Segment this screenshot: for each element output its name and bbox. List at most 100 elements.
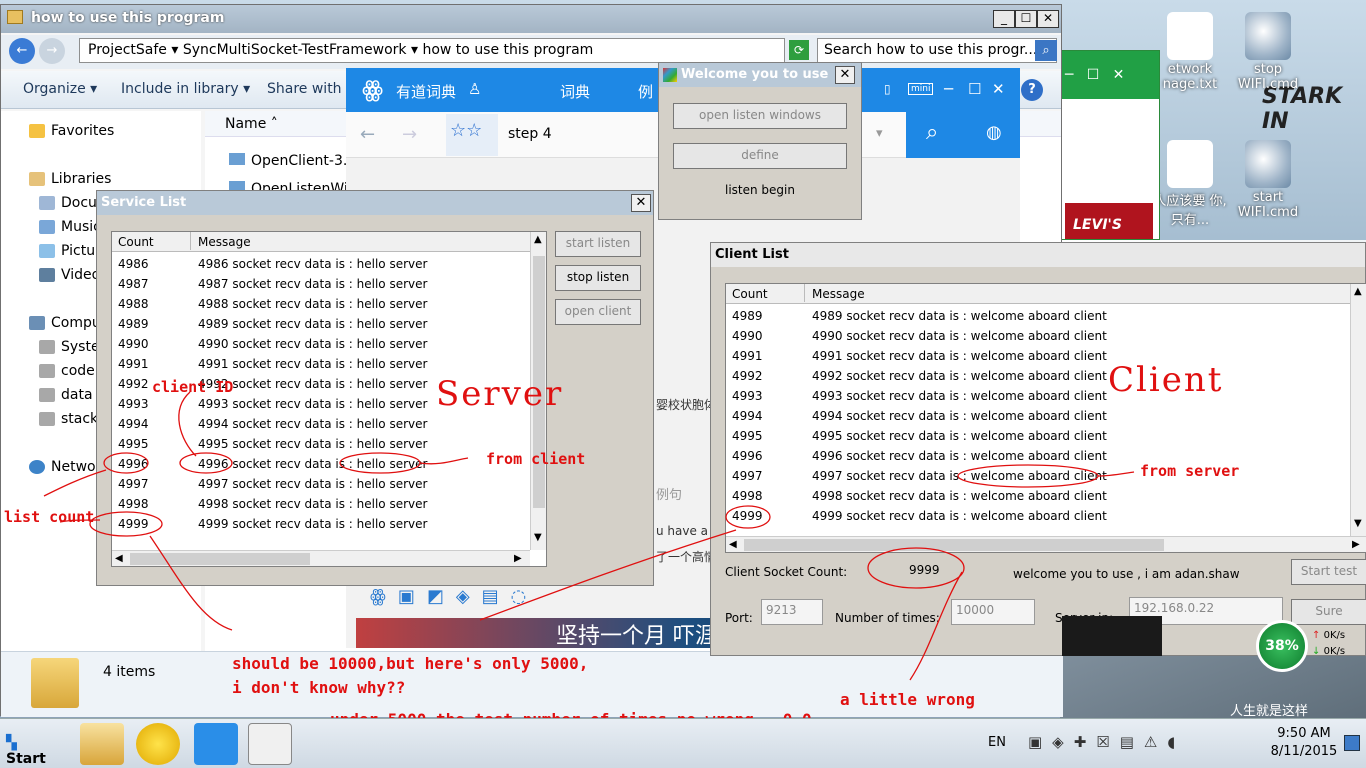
client-vscrollbar[interactable]: ▲ ▼ [1350,284,1366,536]
name-column[interactable]: Name ˄ [225,116,278,132]
define-button[interactable]: define [673,143,847,169]
phone-icon[interactable]: ▯ [884,82,891,96]
stop-listen-button[interactable]: stop listen [555,265,641,291]
nav-pictures[interactable]: Pictur [39,243,101,259]
nav-stack[interactable]: stack [39,411,98,427]
table-row[interactable]: 4991 4991 socket recv data is : welcome a… [726,346,1350,366]
table-row[interactable]: 4999 4999 socket recv data is : welcome a… [726,506,1350,526]
open-client-button[interactable]: open client [555,299,641,325]
file-item[interactable]: OpenClient-3.jp [229,153,360,169]
yd-search-icon[interactable]: ⌕ [926,120,938,145]
close-button[interactable]: ✕ [1037,10,1059,28]
nav-system[interactable]: Syste [39,339,100,355]
taskbar-youdao-icon[interactable] [194,723,238,765]
taskbar-explorer-icon[interactable] [80,723,124,765]
nav-code[interactable]: code [39,363,95,379]
times-input[interactable]: 10000 [951,599,1035,625]
taskbar-music-icon[interactable] [136,723,180,765]
table-row[interactable]: 4987 4987 socket recv data is : hello ser… [112,274,530,294]
forward-icon[interactable]: → [39,38,65,64]
desktop-icon-stop-wifi[interactable]: stop WIFI.cmd [1228,12,1308,92]
desktop-icon-start-wifi[interactable]: start WIFI.cmd [1228,140,1308,220]
breadcrumb-1[interactable]: SyncMultiSocket-TestFramework [183,42,407,58]
start-listen-button[interactable]: start listen [555,231,641,257]
open-listen-windows-button[interactable]: open listen windows [673,103,847,129]
refresh-icon[interactable]: ⟳ [789,40,809,60]
message-column[interactable]: Message [198,235,251,249]
yd-back-icon[interactable]: ← [360,124,375,145]
tab-dictionary[interactable]: 词典 [560,81,590,102]
organize-menu[interactable]: Organize ▾ [23,81,97,97]
breadcrumb-0[interactable]: ProjectSafe [88,42,167,58]
start-test-button[interactable]: Start test [1291,559,1366,585]
table-row[interactable]: 4998 4998 socket recv data is : welcome a… [726,486,1350,506]
search-icon[interactable]: ⌕ [1035,40,1057,61]
favorites-star-icon[interactable]: ☆☆ [446,114,498,156]
yd-tool-icons[interactable]: ꙮ▣◩◈▤◌ [370,586,610,616]
table-row[interactable]: 4986 4986 socket recv data is : hello ser… [112,254,530,274]
include-in-library-menu[interactable]: Include in library ▾ [121,81,250,97]
client-hscrollbar[interactable]: ◀ ▶ [726,536,1366,552]
share-with-menu[interactable]: Share with [267,81,342,97]
table-row[interactable]: 4990 4990 socket recv data is : hello ser… [112,334,530,354]
query-dropdown-icon[interactable]: ▾ [876,126,883,141]
table-row[interactable]: 4996 4996 socket recv data is : welcome a… [726,446,1350,466]
table-row[interactable]: 4995 4995 socket recv data is : welcome a… [726,426,1350,446]
service-hscrollbar[interactable]: ◀ ▶ [112,550,530,566]
table-row[interactable]: 4998 4998 socket recv data is : hello ser… [112,494,530,514]
globe-icon[interactable]: ◍ [986,122,1002,143]
tab-example[interactable]: 例 [638,81,653,102]
message-column[interactable]: Message [812,287,865,301]
table-row[interactable]: 4989 4989 socket recv data is : welcome a… [726,306,1350,326]
yd-minimize-button[interactable]: ─ [944,80,953,98]
minimize-button[interactable]: _ [993,10,1015,28]
user-icon[interactable]: ♙ [468,80,481,98]
table-row[interactable]: 4994 4994 socket recv data is : hello ser… [112,414,530,434]
table-row[interactable]: 4988 4988 socket recv data is : hello ser… [112,294,530,314]
language-indicator[interactable]: EN [988,735,1006,750]
count-column[interactable]: Count [118,235,154,249]
yd-close-button[interactable]: ✕ [992,80,1005,98]
desktop-icon-note[interactable]: 人应该要 你,只有... [1150,140,1230,228]
tray-icons[interactable]: ▣◈✚☒▤⚠◖ [1028,733,1248,755]
count-column[interactable]: Count [732,287,768,301]
address-bar[interactable]: ProjectSafe ▾ SyncMultiSocket-TestFramew… [79,38,785,63]
help-icon[interactable]: ? [1021,79,1043,101]
desktop-icon-network[interactable]: etwork nage.txt [1150,12,1230,92]
table-row[interactable]: 4996 4996 socket recv data is : hello ser… [112,454,530,474]
port-input[interactable]: 9213 [761,599,823,625]
service-close-button[interactable]: ✕ [631,194,651,212]
nav-computer[interactable]: Compu [29,315,101,331]
taskbar-mfc-icon[interactable] [248,723,292,765]
nav-libraries[interactable]: Libraries [29,171,111,187]
back-icon[interactable]: ← [9,38,35,64]
table-row[interactable]: 4991 4991 socket recv data is : hello ser… [112,354,530,374]
nav-music[interactable]: Music [39,219,101,235]
yd-maximize-button[interactable]: ☐ [968,80,981,98]
yd-forward-icon[interactable]: → [402,124,417,145]
table-row[interactable]: 4992 4992 socket recv data is : welcome a… [726,366,1350,386]
network-meter[interactable]: 38% [1256,620,1308,672]
table-row[interactable]: 4997 4997 socket recv data is : hello ser… [112,474,530,494]
nav-data[interactable]: data [39,387,93,403]
nav-videos[interactable]: Video [39,267,100,283]
query-input[interactable]: step 4 [508,126,552,142]
sure-button[interactable]: Sure [1291,599,1366,625]
nav-favorites[interactable]: Favorites [29,123,114,139]
table-row[interactable]: 4994 4994 socket recv data is : welcome a… [726,406,1350,426]
table-row[interactable]: 4999 4999 socket recv data is : hello ser… [112,514,530,534]
table-row[interactable]: 4993 4993 socket recv data is : welcome a… [726,386,1350,406]
table-row[interactable]: 4990 4990 socket recv data is : welcome a… [726,326,1350,346]
welcome-close-button[interactable]: ✕ [835,66,855,84]
mini-mode-button[interactable]: mini [908,83,934,95]
nav-network[interactable]: Networ [29,459,101,475]
start-button[interactable]: ▚ Start [2,727,64,767]
search-input[interactable]: Search how to use this progr... [817,38,1057,63]
table-row[interactable]: 4995 4995 socket recv data is : hello ser… [112,434,530,454]
maximize-button[interactable]: ☐ [1015,10,1037,28]
nav-documents[interactable]: Docu [39,195,97,211]
table-row[interactable]: 4997 4997 socket recv data is : welcome a… [726,466,1350,486]
show-desktop-button[interactable] [1344,735,1360,751]
breadcrumb-2[interactable]: how to use this program [422,42,593,58]
clock[interactable]: 9:50 AM 8/11/2015 [1268,725,1340,761]
